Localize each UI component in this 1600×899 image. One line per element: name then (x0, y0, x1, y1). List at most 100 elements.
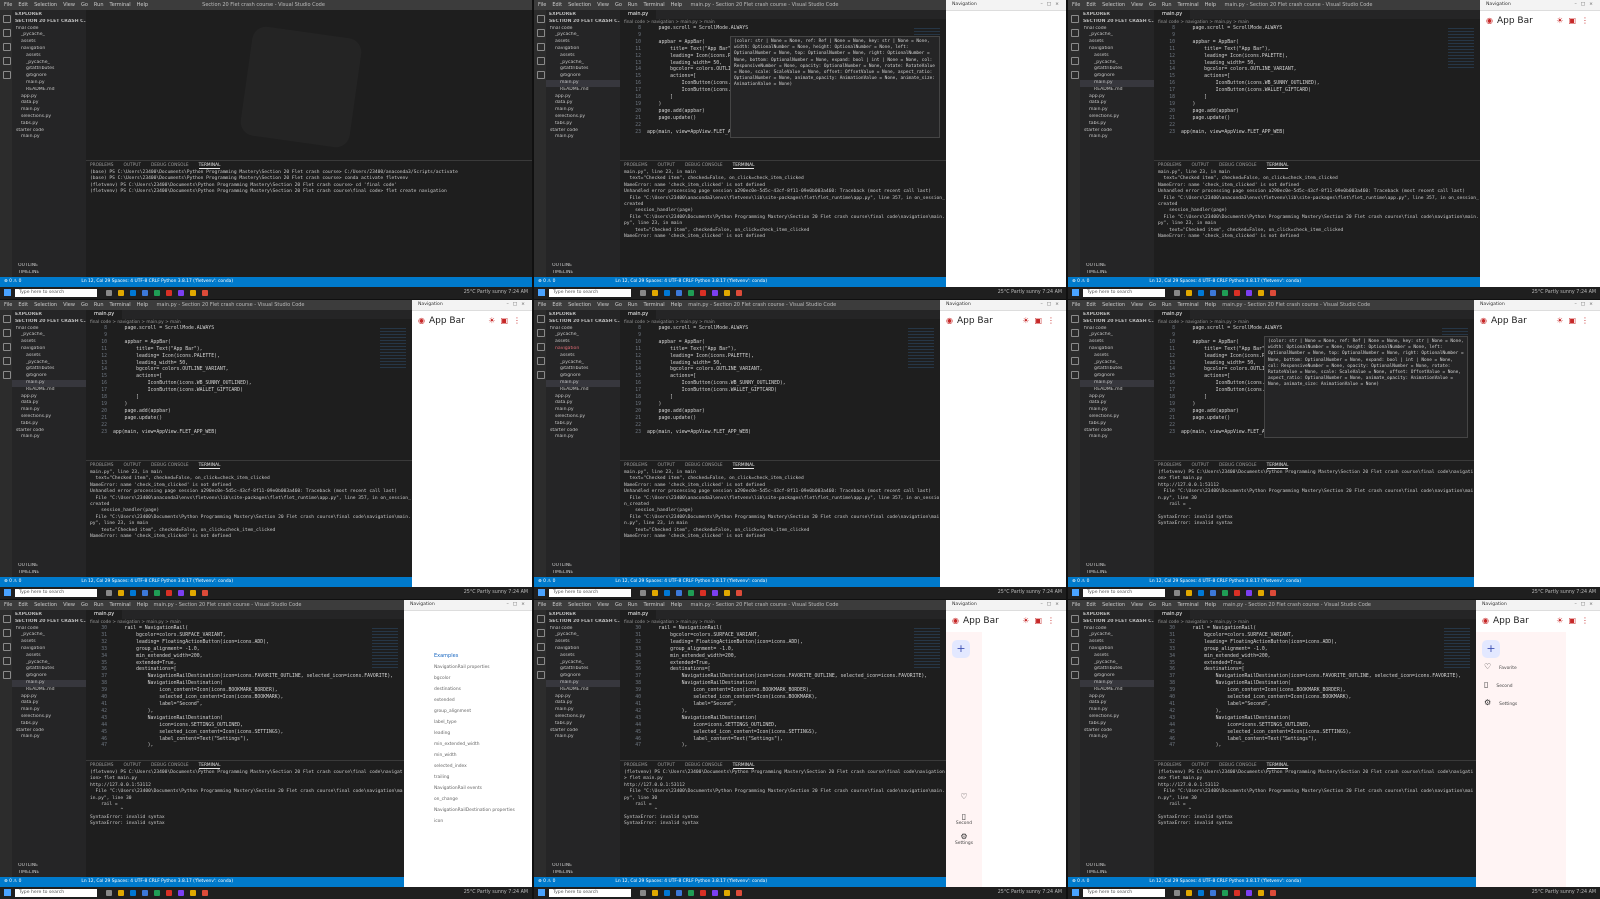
explorer-item[interactable]: main.py (1080, 679, 1154, 687)
explorer-item[interactable]: main.py (546, 379, 620, 387)
menu-item[interactable]: Edit (18, 602, 28, 608)
explorer-item[interactable]: navigation (12, 46, 86, 53)
docs-item[interactable]: icon (404, 816, 532, 827)
explorer-item[interactable]: selections.py (546, 414, 620, 421)
explorer-item[interactable]: main.py (546, 707, 620, 714)
editor-tab[interactable]: main.py (1154, 310, 1191, 319)
explorer-item[interactable]: assets (546, 53, 620, 60)
code-line[interactable]: 45 selected_icon_content=Icon(icons.SETT… (623, 730, 946, 737)
explorer-item[interactable]: data.py (12, 100, 86, 107)
editor-tab[interactable]: main.py (620, 310, 657, 319)
taskbar-app-icon[interactable] (142, 890, 148, 896)
explorer-item[interactable]: starter code (546, 428, 620, 435)
minimap[interactable] (908, 328, 934, 368)
code-line[interactable]: 9 (1157, 33, 1480, 40)
explorer-item[interactable]: gitignore (546, 673, 620, 680)
menu-item[interactable]: Go (81, 602, 88, 608)
minimap[interactable] (1444, 628, 1470, 668)
menu-item[interactable]: Go (81, 302, 88, 308)
code-line[interactable]: 19 ) (623, 402, 940, 409)
taskbar-app-icon[interactable] (1198, 890, 1204, 896)
menu-item[interactable]: Edit (18, 2, 28, 8)
panel-tab[interactable]: DEBUG CONSOLE (151, 763, 189, 768)
taskbar-app-icon[interactable] (1258, 590, 1264, 596)
minimap[interactable] (1448, 28, 1474, 68)
explorer-item[interactable]: tabs.py (12, 421, 86, 428)
code-line[interactable]: 10 appbar = AppBar( (1157, 40, 1480, 47)
panel-tab[interactable]: OUTPUT (123, 463, 141, 468)
timeline-section[interactable]: TIMELINE (549, 270, 620, 277)
files-icon[interactable] (1071, 15, 1079, 23)
explorer-item[interactable]: gitignore (1080, 373, 1154, 380)
menu-item[interactable]: Help (671, 2, 682, 8)
explorer-item[interactable]: data.py (1080, 700, 1154, 707)
code-line[interactable]: 34 min_extended_width=200, (89, 654, 404, 661)
code-line[interactable]: 23 app(main, view=AppView.FLET_APP_WEB) (89, 430, 412, 437)
code-line[interactable]: 8 page.scroll = ScrollMode.ALWAYS (623, 26, 946, 33)
menu-item[interactable]: View (63, 2, 75, 8)
taskbar-search[interactable]: Type here to search (549, 889, 631, 897)
panel-tab[interactable]: DEBUG CONSOLE (1219, 163, 1257, 168)
explorer-section[interactable]: SECTION 20 FLET CRASH C... (1080, 319, 1154, 326)
explorer-item[interactable]: gitattributes (1080, 666, 1154, 673)
taskbar-app-icon[interactable] (1234, 290, 1240, 296)
menu-item[interactable]: Go (615, 302, 622, 308)
menu-item[interactable]: View (597, 2, 609, 8)
taskbar-search[interactable]: Type here to search (549, 589, 631, 597)
outline-section[interactable]: OUTLINE (15, 863, 86, 870)
explorer-item[interactable]: starter code (12, 128, 86, 135)
taskbar-app-icon[interactable] (190, 290, 196, 296)
taskbar-app-icon[interactable] (142, 590, 148, 596)
explorer-item[interactable]: _pycache_ (12, 332, 86, 339)
explorer-item[interactable]: assets (546, 353, 620, 360)
taskbar-app-icon[interactable] (130, 590, 136, 596)
explorer-item[interactable]: gitignore (12, 673, 86, 680)
explorer-item[interactable]: selections.py (546, 714, 620, 721)
explorer-item[interactable]: assets (12, 353, 86, 360)
explorer-item[interactable]: selections.py (1080, 414, 1154, 421)
panel-tab[interactable]: TERMINAL (198, 163, 221, 169)
explorer-item[interactable]: main.py (1080, 407, 1154, 414)
explorer-item[interactable]: navigation (12, 646, 86, 653)
menu-item[interactable]: Edit (18, 302, 28, 308)
taskbar-app-icon[interactable] (676, 290, 682, 296)
explorer-item[interactable]: main.py (546, 107, 620, 114)
explorer-item[interactable]: navigation (546, 46, 620, 53)
code-line[interactable]: 42 ), (89, 709, 404, 716)
run-debug-icon[interactable] (3, 657, 11, 665)
explorer-item[interactable]: gitignore (1080, 73, 1154, 80)
app-bar-actions[interactable]: ☀▣⋮ (1556, 311, 1594, 331)
panel-tab[interactable]: DEBUG CONSOLE (1219, 463, 1257, 468)
code-line[interactable]: 20 page.add(appbar) (623, 409, 940, 416)
explorer-item[interactable]: data.py (546, 700, 620, 707)
taskbar-app-icon[interactable] (1210, 590, 1216, 596)
menu-item[interactable]: View (597, 302, 609, 308)
terminal-output[interactable]: (fletvenv) PS C:\Users\23400\Documents\P… (620, 770, 946, 828)
taskbar-app-icon[interactable] (1234, 890, 1240, 896)
source-control-icon[interactable] (1071, 643, 1079, 651)
taskbar-app-icon[interactable] (154, 590, 160, 596)
files-icon[interactable] (537, 15, 545, 23)
explorer-item[interactable]: assets (546, 639, 620, 646)
code-line[interactable]: 18 ] (1157, 95, 1480, 102)
menu-item[interactable]: File (4, 302, 12, 308)
code-line[interactable]: 19 ) (1157, 102, 1480, 109)
taskbar-app-icon[interactable] (1198, 590, 1204, 596)
status-right[interactable]: Ln 12, Col 29 Spaces: 4 UTF-8 CRLF Pytho… (615, 879, 767, 884)
explorer-item[interactable]: _pycache_ (1080, 60, 1154, 67)
explorer-section[interactable]: SECTION 20 FLET CRASH C... (1080, 619, 1154, 626)
menu-item[interactable]: Help (671, 602, 682, 608)
code-line[interactable]: 31 bgcolor=colors.SURFACE_VARIANT, (1157, 633, 1476, 640)
outline-section[interactable]: OUTLINE (549, 263, 620, 270)
taskbar-app-icon[interactable] (130, 290, 136, 296)
timeline-section[interactable]: TIMELINE (1083, 570, 1154, 577)
menu-item[interactable]: Run (94, 302, 104, 308)
files-icon[interactable] (3, 315, 11, 323)
menu-item[interactable]: Run (94, 2, 104, 8)
explorer-item[interactable]: main.py (1080, 134, 1154, 141)
status-right[interactable]: Ln 12, Col 29 Spaces: 4 UTF-8 CRLF Pytho… (1149, 279, 1301, 284)
terminal-output[interactable]: (base) PS C:\Users\23400\Documents\Pytho… (86, 170, 532, 196)
explorer-item[interactable]: gitattributes (546, 66, 620, 73)
status-right[interactable]: Ln 12, Col 29 Spaces: 4 UTF-8 CRLF Pytho… (615, 279, 767, 284)
panel-tab[interactable]: PROBLEMS (1158, 463, 1181, 468)
